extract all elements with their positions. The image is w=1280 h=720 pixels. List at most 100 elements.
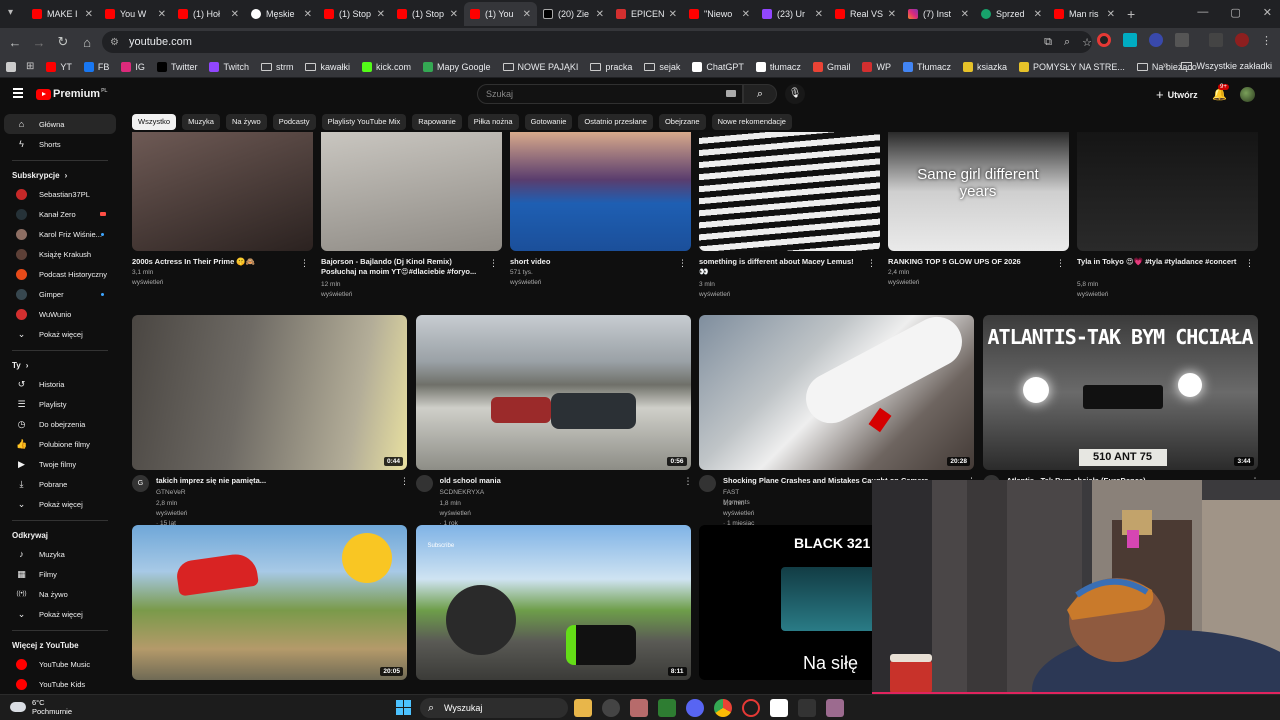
more-options-icon[interactable]: ⋮ (1245, 258, 1254, 269)
browser-tab[interactable]: (7) Inst ✕ (902, 2, 975, 26)
opera-icon[interactable] (742, 699, 760, 717)
tab-close-icon[interactable]: ✕ (888, 9, 896, 20)
zoom-icon[interactable]: ⌕ (1064, 36, 1070, 49)
more-options-icon[interactable]: ⋮ (684, 476, 693, 487)
app-icon[interactable] (826, 699, 844, 717)
search-button[interactable]: ⌕ (743, 84, 777, 104)
tab-groups-icon[interactable] (6, 61, 16, 72)
bookmark-item[interactable]: ChatGPT (692, 61, 744, 72)
app-icon[interactable] (630, 699, 648, 717)
maximize-icon[interactable]: ▢ (1230, 6, 1240, 19)
browser-tab[interactable]: Real VS ✕ (829, 2, 902, 26)
browser-tab[interactable]: (1) Hoł ✕ (172, 2, 245, 26)
sidebar-section-header[interactable]: Ty › (0, 351, 120, 374)
avatar[interactable] (1240, 87, 1255, 102)
record-extension-icon[interactable] (1097, 33, 1111, 47)
sidebar-item[interactable]: Kanał Zero (4, 204, 116, 224)
sidebar-item[interactable]: ☰ Playlisty (4, 394, 116, 414)
video-thumbnail[interactable]: 0:56 (415, 315, 691, 470)
video-title[interactable]: short video (510, 257, 670, 267)
tab-close-icon[interactable]: ✕ (742, 9, 750, 20)
short-thumbnail[interactable]: Same girl different years (888, 132, 1069, 251)
app-icon[interactable] (658, 699, 676, 717)
sidebar-item[interactable]: ⤓ Pobrane (4, 474, 116, 494)
app-icon[interactable] (770, 699, 788, 717)
back-icon[interactable]: ← (3, 35, 27, 50)
tab-search-icon[interactable]: ▾ (8, 7, 13, 18)
tab-close-icon[interactable]: ✕ (669, 9, 677, 20)
sidebar-item[interactable]: ((•)) Na żywo (4, 584, 116, 604)
sidebar-section-header[interactable]: Subskrypcje › (0, 161, 120, 184)
bookmark-item[interactable]: YT (46, 61, 72, 72)
more-options-icon[interactable]: ⋮ (400, 476, 409, 487)
create-button[interactable]: + Utwórz (1156, 87, 1198, 102)
bookmark-item[interactable]: NOWE PAJĄKI (502, 62, 578, 72)
sidebar-item[interactable]: ▶ Twoje filmy (4, 454, 116, 474)
video-title[interactable]: something is different about Macey Lemus… (699, 257, 859, 277)
browser-tab[interactable]: (1) Stop ✕ (318, 2, 391, 26)
browser-tab[interactable]: MAKE I ✕ (26, 2, 99, 26)
more-options-icon[interactable]: ⋮ (678, 258, 687, 269)
sidebar-item[interactable]: ↺ Historia (4, 374, 116, 394)
chip-filter[interactable]: Podcasty (272, 114, 316, 130)
apps-grid-icon[interactable]: ⊞ (26, 61, 34, 72)
taskbar-search[interactable]: Wyszukaj (420, 698, 568, 718)
menu-kebab-icon[interactable]: ⋮ (1261, 34, 1272, 47)
browser-tab[interactable]: (20) Zie ✕ (537, 2, 610, 26)
bookmark-item[interactable]: pracka (590, 62, 632, 72)
install-app-icon[interactable]: ⧉ (1044, 36, 1052, 49)
video-thumbnail[interactable]: 20:05 (132, 525, 407, 680)
browser-tab[interactable]: You W ✕ (99, 2, 172, 26)
media-controls-icon[interactable] (1209, 33, 1223, 47)
bookmark-item[interactable]: WP (862, 61, 891, 72)
channel-avatar[interactable] (699, 475, 716, 492)
browser-tab[interactable]: EPICEN ✕ (610, 2, 683, 26)
sidebar-item[interactable]: Gimper (4, 284, 116, 304)
close-window-icon[interactable]: ✕ (1263, 6, 1272, 19)
sidebar-item[interactable]: ◷ Do obejrzenia (4, 414, 116, 434)
chip-filter[interactable]: Na żywo (225, 114, 267, 130)
home-icon[interactable]: ⌂ (75, 35, 99, 50)
sidebar-item[interactable]: ♪ Muzyka (4, 544, 116, 564)
youtube-logo[interactable]: Premium PL (36, 88, 107, 100)
bookmark-item[interactable]: kawałki (305, 62, 350, 72)
tab-close-icon[interactable]: ✕ (961, 9, 969, 20)
tab-close-icon[interactable]: ✕ (1107, 9, 1115, 20)
chip-filter[interactable]: Obejrzane (658, 114, 706, 130)
start-button[interactable] (396, 700, 412, 716)
chip-filter[interactable]: Rapowanie (412, 114, 462, 130)
minimize-icon[interactable]: — (1197, 6, 1208, 19)
sidebar-item[interactable]: Książę Krakush (4, 244, 116, 264)
discord-icon[interactable] (686, 699, 704, 717)
tab-close-icon[interactable]: ✕ (158, 9, 166, 20)
bookmark-item[interactable]: kick.com (361, 61, 411, 72)
show-more-subscriptions[interactable]: ⌄ Pokaż więcej (4, 324, 116, 344)
chip-filter[interactable]: Wszystko (132, 114, 177, 130)
video-thumbnail[interactable]: ATLANTIS-TAK BYM CHCIAŁA 510 ANT 75 3:44 (982, 315, 1258, 470)
chip-filter[interactable]: Playlisty YouTube Mix (321, 114, 407, 130)
sidebar-item[interactable]: YouTube Kids (4, 674, 116, 694)
bookmark-item[interactable]: sejak (644, 62, 680, 72)
sidebar-item[interactable]: 👍 Polubione filmy (4, 434, 116, 454)
bookmark-item[interactable]: Gmail (812, 61, 850, 72)
tab-close-icon[interactable]: ✕ (1034, 9, 1042, 20)
video-title[interactable]: Bajorson - Bajlando (Dj Kinol Remix) Pos… (321, 257, 481, 277)
keyboard-icon[interactable] (726, 90, 736, 97)
tab-close-icon[interactable]: ✕ (231, 9, 239, 20)
forward-icon[interactable]: → (27, 35, 51, 50)
bookmark-item[interactable]: IG (121, 61, 145, 72)
url-input[interactable]: ⚙ youtube.com (102, 31, 1092, 53)
chip-filter[interactable]: Piłka nożna (467, 114, 519, 130)
chip-filter[interactable]: Ostatnio przesłane (578, 114, 653, 130)
bookmark-item[interactable]: strm (260, 62, 293, 72)
video-thumbnail[interactable]: Subscribe 8:11 (415, 525, 691, 680)
bookmark-item[interactable]: Tłumacz (902, 61, 951, 72)
tab-close-icon[interactable]: ✕ (815, 9, 823, 20)
notifications-button[interactable]: 🔔 9+ (1212, 84, 1229, 101)
video-title[interactable]: takich imprez się nie pamięta... (156, 476, 386, 486)
reload-icon[interactable]: ↻ (51, 34, 75, 50)
bookmark-item[interactable]: FB (83, 61, 109, 72)
browser-tab[interactable]: Man ris ✕ (1048, 2, 1121, 26)
weather-widget[interactable]: 6°C Pochmurnie (10, 698, 72, 716)
tab-close-icon[interactable]: ✕ (377, 9, 385, 20)
